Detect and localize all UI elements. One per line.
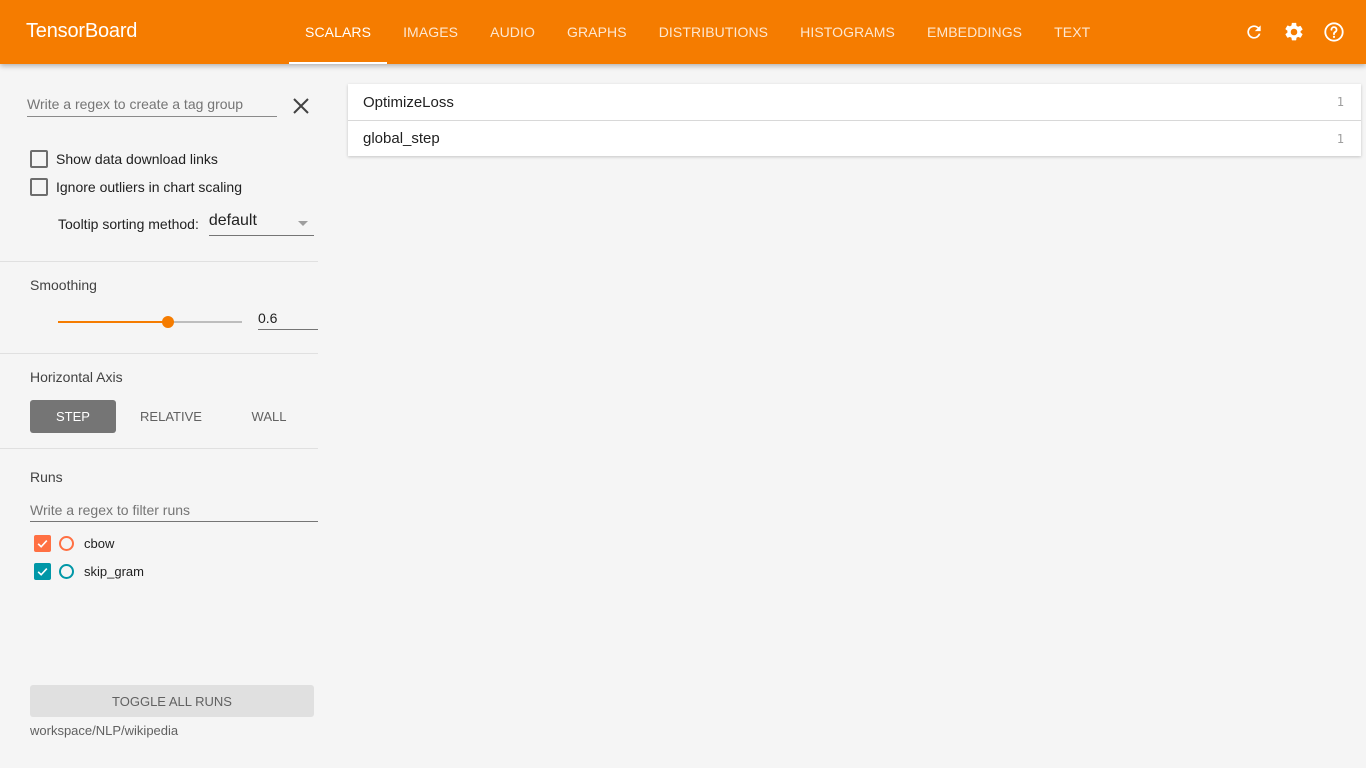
tooltip-sorting-row: Tooltip sorting method: default bbox=[58, 212, 314, 236]
divider bbox=[0, 261, 318, 262]
tag-group-list: OptimizeLoss 1 global_step 1 bbox=[348, 84, 1361, 156]
checkmark-icon bbox=[37, 567, 48, 576]
tab-scalars[interactable]: SCALARS bbox=[289, 0, 388, 64]
run-color-radio-skip-gram[interactable] bbox=[59, 564, 74, 579]
tag-group-optimizeloss[interactable]: OptimizeLoss 1 bbox=[348, 84, 1361, 120]
tag-group-count: 1 bbox=[1336, 131, 1344, 146]
toggle-all-runs-button[interactable]: TOGGLE ALL RUNS bbox=[30, 685, 314, 717]
checkmark-icon bbox=[37, 539, 48, 548]
top-app-bar: TensorBoard SCALARS IMAGES AUDIO GRAPHS … bbox=[0, 0, 1366, 64]
axis-relative-button[interactable]: RELATIVE bbox=[116, 400, 226, 433]
tag-group-count: 1 bbox=[1336, 95, 1344, 109]
divider bbox=[0, 448, 318, 449]
axis-step-button[interactable]: STEP bbox=[30, 400, 116, 433]
app-title: TensorBoard bbox=[26, 20, 138, 42]
refresh-icon[interactable] bbox=[1242, 20, 1266, 44]
divider bbox=[0, 353, 318, 354]
checkbox-box[interactable] bbox=[30, 150, 48, 168]
tab-histograms[interactable]: HISTOGRAMS bbox=[784, 0, 911, 64]
horizontal-axis-title: Horizontal Axis bbox=[30, 369, 123, 385]
run-item-cbow: cbow bbox=[34, 535, 114, 552]
smoothing-value-input[interactable] bbox=[258, 309, 318, 330]
tooltip-sorting-select[interactable]: default bbox=[208, 212, 314, 236]
tab-images[interactable]: IMAGES bbox=[387, 0, 474, 64]
smoothing-slider[interactable] bbox=[58, 316, 242, 328]
smoothing-title: Smoothing bbox=[30, 277, 97, 293]
runs-title: Runs bbox=[30, 469, 63, 485]
sidebar: Show data download links Ignore outliers… bbox=[0, 64, 318, 768]
show-download-links-label: Show data download links bbox=[56, 151, 218, 167]
dashboard-tabs: SCALARS IMAGES AUDIO GRAPHS DISTRIBUTION… bbox=[289, 0, 1106, 64]
runs-filter-input[interactable] bbox=[30, 502, 318, 522]
tooltip-sorting-label: Tooltip sorting method: bbox=[58, 216, 199, 232]
run-color-radio-cbow[interactable] bbox=[59, 536, 74, 551]
run-item-skip-gram: skip_gram bbox=[34, 563, 144, 580]
dropdown-arrow-icon bbox=[297, 221, 308, 226]
close-icon[interactable] bbox=[291, 96, 311, 116]
horizontal-axis-selector: STEP RELATIVE WALL bbox=[30, 400, 312, 433]
tab-text[interactable]: TEXT bbox=[1038, 0, 1106, 64]
tab-distributions[interactable]: DISTRIBUTIONS bbox=[643, 0, 784, 64]
axis-wall-button[interactable]: WALL bbox=[226, 400, 312, 433]
run-checkbox-skip-gram[interactable] bbox=[34, 563, 51, 580]
slider-fill bbox=[58, 321, 169, 323]
tag-group-global-step[interactable]: global_step 1 bbox=[348, 120, 1361, 156]
tag-group-regex-input[interactable] bbox=[27, 96, 277, 117]
ignore-outliers-checkbox[interactable]: Ignore outliers in chart scaling bbox=[30, 178, 242, 196]
run-label: cbow bbox=[84, 536, 115, 551]
tag-group-name: global_step bbox=[363, 130, 440, 147]
settings-gear-icon[interactable] bbox=[1282, 20, 1306, 44]
show-download-links-checkbox[interactable]: Show data download links bbox=[30, 150, 218, 168]
log-directory: workspace/NLP/wikipedia bbox=[30, 723, 179, 738]
run-checkbox-cbow[interactable] bbox=[34, 535, 51, 552]
tooltip-sorting-value: default bbox=[208, 212, 257, 229]
tab-audio[interactable]: AUDIO bbox=[474, 0, 551, 64]
ignore-outliers-label: Ignore outliers in chart scaling bbox=[56, 179, 242, 195]
tab-graphs[interactable]: GRAPHS bbox=[551, 0, 643, 64]
checkbox-box[interactable] bbox=[30, 178, 48, 196]
tab-embeddings[interactable]: EMBEDDINGS bbox=[911, 0, 1038, 64]
help-icon[interactable] bbox=[1322, 20, 1346, 44]
tag-group-name: OptimizeLoss bbox=[363, 93, 454, 111]
run-label: skip_gram bbox=[84, 564, 144, 579]
slider-knob[interactable] bbox=[162, 316, 175, 328]
